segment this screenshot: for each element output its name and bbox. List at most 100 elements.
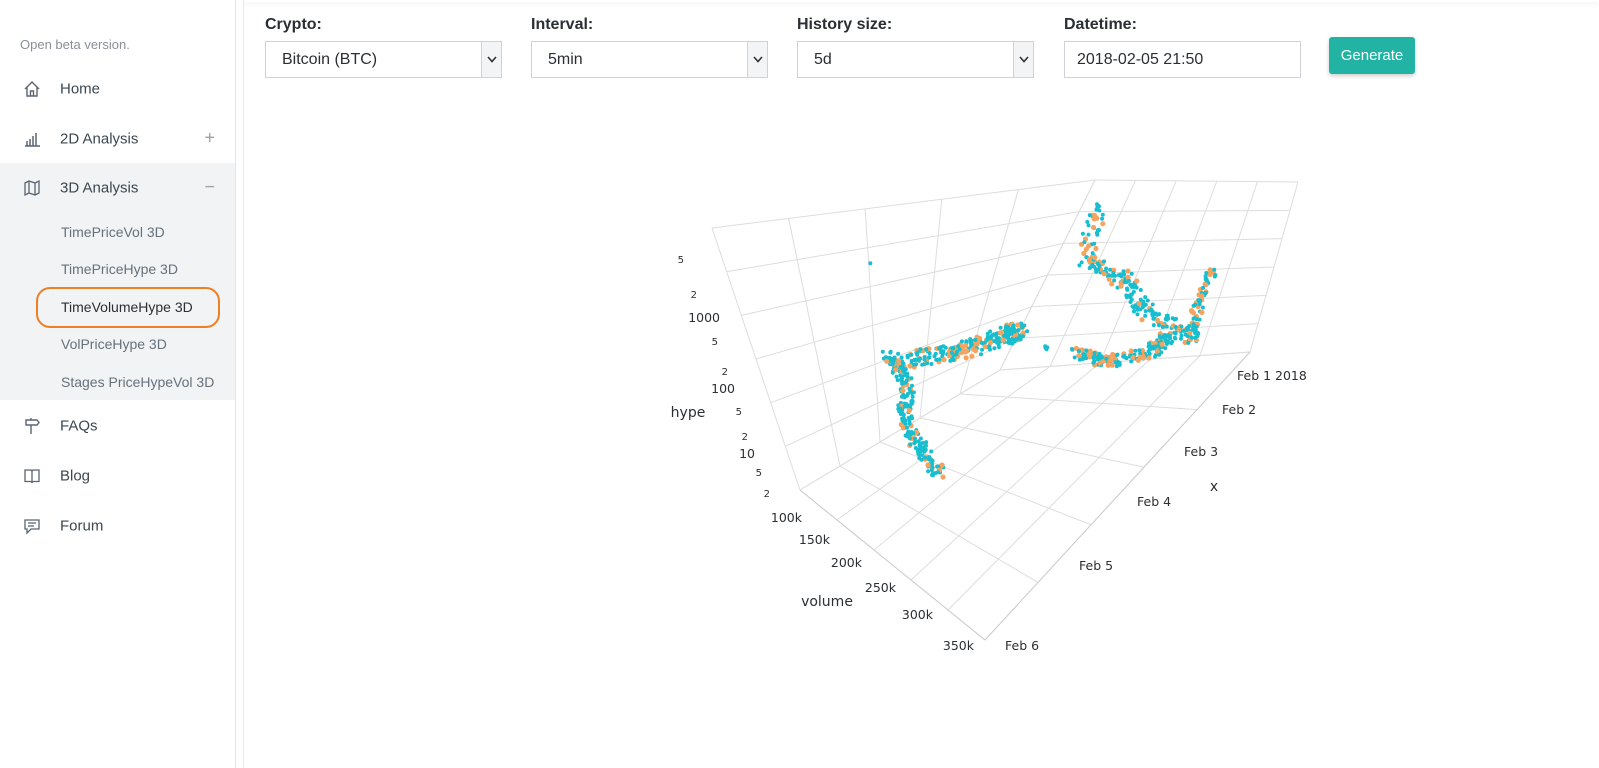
data-point bbox=[897, 409, 902, 414]
data-point bbox=[1166, 340, 1171, 345]
datetime-input[interactable] bbox=[1064, 41, 1301, 78]
data-point bbox=[959, 339, 964, 344]
data-point bbox=[1197, 317, 1202, 322]
data-point bbox=[1173, 336, 1178, 341]
data-point bbox=[935, 470, 940, 475]
data-point bbox=[1095, 228, 1100, 233]
data-point bbox=[940, 474, 946, 480]
sidebar-item-3d-analysis[interactable]: 3D Analysis − bbox=[0, 163, 235, 213]
chat-icon bbox=[22, 516, 42, 536]
data-point bbox=[888, 350, 893, 355]
data-point bbox=[1117, 362, 1122, 367]
data-point bbox=[907, 363, 913, 369]
interval-select[interactable]: 5min bbox=[531, 41, 768, 78]
data-point bbox=[987, 344, 992, 349]
data-point bbox=[899, 355, 904, 360]
data-point bbox=[1025, 329, 1030, 334]
data-point bbox=[1141, 299, 1146, 304]
expand-icon[interactable]: + bbox=[204, 127, 215, 148]
chevron-down-icon[interactable] bbox=[747, 42, 767, 77]
data-point bbox=[884, 358, 890, 364]
data-point bbox=[1191, 316, 1196, 321]
crypto-select-value: Bitcoin (BTC) bbox=[282, 50, 378, 68]
data-point bbox=[994, 334, 999, 339]
data-point bbox=[957, 347, 962, 352]
sidebar-item-2d-analysis[interactable]: 2D Analysis + bbox=[0, 114, 235, 164]
x-tick-label: Feb 4 bbox=[1137, 494, 1171, 509]
data-point bbox=[1125, 286, 1129, 291]
y-tick-label: 350k bbox=[943, 638, 975, 653]
sidebar-item-home[interactable]: Home bbox=[0, 64, 235, 114]
data-point bbox=[1129, 271, 1134, 276]
data-point bbox=[1157, 334, 1162, 339]
data-point bbox=[1170, 339, 1175, 344]
data-point bbox=[1091, 216, 1097, 222]
data-point bbox=[920, 362, 925, 367]
sidebar-item-label: Blog bbox=[60, 467, 91, 485]
data-point bbox=[1090, 224, 1097, 230]
z-tick-label: 5 bbox=[712, 337, 718, 348]
crypto-select[interactable]: Bitcoin (BTC) bbox=[265, 41, 502, 78]
grid-line bbox=[741, 242, 1064, 316]
grid-line bbox=[1015, 323, 1259, 339]
chevron-down-icon[interactable] bbox=[481, 42, 501, 77]
data-point bbox=[1086, 232, 1091, 237]
sidebar-item-blog[interactable]: Blog bbox=[0, 451, 235, 501]
data-point bbox=[1212, 267, 1217, 272]
submenu-item-volpricehype[interactable]: VolPriceHype 3D bbox=[61, 336, 167, 352]
sidebar-item-faqs[interactable]: FAQs bbox=[0, 401, 235, 451]
data-point bbox=[1157, 352, 1162, 357]
sidebar-item-label: Home bbox=[60, 80, 101, 98]
data-point bbox=[1151, 344, 1156, 349]
data-point bbox=[1072, 355, 1077, 360]
data-point bbox=[927, 355, 932, 360]
history-size-select[interactable]: 5d bbox=[797, 41, 1034, 78]
data-point bbox=[908, 432, 913, 437]
data-point bbox=[1116, 273, 1121, 278]
grid-line bbox=[726, 211, 1080, 273]
data-point bbox=[948, 358, 953, 363]
collapse-icon[interactable]: − bbox=[204, 176, 215, 197]
data-point bbox=[1164, 324, 1169, 329]
data-point bbox=[1020, 325, 1025, 330]
data-point bbox=[1016, 328, 1021, 332]
z-tick-label: 5 bbox=[756, 468, 762, 479]
data-point bbox=[930, 473, 934, 477]
data-point bbox=[1193, 302, 1198, 307]
data-point bbox=[1139, 317, 1145, 323]
data-point bbox=[1076, 349, 1081, 354]
data-point bbox=[1193, 331, 1197, 335]
crypto-label: Crypto: bbox=[265, 16, 322, 33]
submenu-item-timepricevol[interactable]: TimePriceVol 3D bbox=[61, 224, 165, 240]
data-point bbox=[1121, 354, 1126, 359]
data-point bbox=[1081, 357, 1085, 361]
data-point bbox=[1102, 259, 1106, 264]
chevron-down-icon[interactable] bbox=[1013, 42, 1033, 77]
grid-line bbox=[910, 358, 1151, 581]
data-point bbox=[973, 348, 979, 354]
data-point bbox=[925, 462, 931, 468]
data-point bbox=[1090, 251, 1095, 256]
scatter3d-chart[interactable]: 25102510025100025hype100k150k200k250k300… bbox=[640, 160, 1340, 680]
data-point bbox=[1087, 256, 1093, 262]
data-point bbox=[907, 436, 912, 441]
data-point bbox=[929, 449, 934, 454]
data-point bbox=[943, 345, 948, 350]
data-point bbox=[917, 456, 922, 460]
submenu-item-stages-pricehypevol[interactable]: Stages PriceHypeVol 3D bbox=[61, 374, 214, 390]
data-point bbox=[1143, 313, 1148, 318]
sidebar-item-label: Forum bbox=[60, 517, 104, 535]
submenu-item-timepricehype[interactable]: TimePriceHype 3D bbox=[61, 261, 178, 277]
data-point bbox=[1106, 276, 1112, 282]
data-point bbox=[1090, 262, 1095, 267]
generate-button[interactable]: Generate bbox=[1329, 37, 1415, 74]
data-point bbox=[909, 352, 914, 357]
data-point bbox=[988, 329, 993, 334]
y-tick-label: 200k bbox=[831, 555, 863, 570]
data-point bbox=[1172, 317, 1177, 322]
sidebar-item-forum[interactable]: Forum bbox=[0, 501, 235, 551]
grid-line bbox=[1094, 179, 1299, 183]
data-point bbox=[1015, 322, 1021, 328]
data-point bbox=[1110, 351, 1116, 358]
z-tick-label: 2 bbox=[722, 367, 728, 378]
